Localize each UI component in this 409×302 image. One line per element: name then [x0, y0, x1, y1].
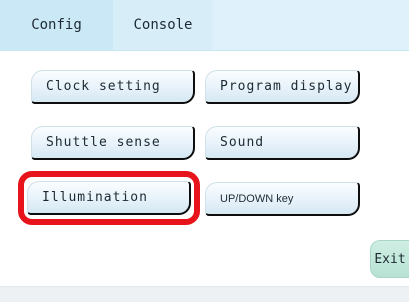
tab-config[interactable]: Config [0, 0, 113, 50]
program-display-label: Program display [220, 79, 353, 94]
footer-bar [0, 286, 409, 302]
clock-setting-button[interactable]: Clock setting [31, 70, 195, 104]
tab-console-label: Console [133, 17, 193, 33]
illumination-label: Illumination [42, 190, 148, 205]
clock-setting-label: Clock setting [46, 79, 161, 94]
exit-button[interactable]: Exit [370, 240, 409, 278]
shuttle-sense-button[interactable]: Shuttle sense [31, 126, 195, 160]
shuttle-sense-label: Shuttle sense [46, 135, 161, 150]
program-display-button[interactable]: Program display [205, 70, 360, 104]
updown-key-button[interactable]: UP/DOWN key [205, 182, 360, 216]
exit-label: Exit [374, 251, 406, 267]
tab-console[interactable]: Console [113, 0, 213, 50]
sound-button[interactable]: Sound [205, 126, 360, 160]
tab-bar: Config Console [0, 0, 409, 51]
updown-key-label: UP/DOWN key [220, 192, 294, 205]
sound-label: Sound [220, 135, 265, 150]
tab-bar-filler [213, 0, 409, 50]
illumination-button[interactable]: Illumination [27, 181, 191, 215]
tab-config-label: Config [31, 17, 82, 33]
